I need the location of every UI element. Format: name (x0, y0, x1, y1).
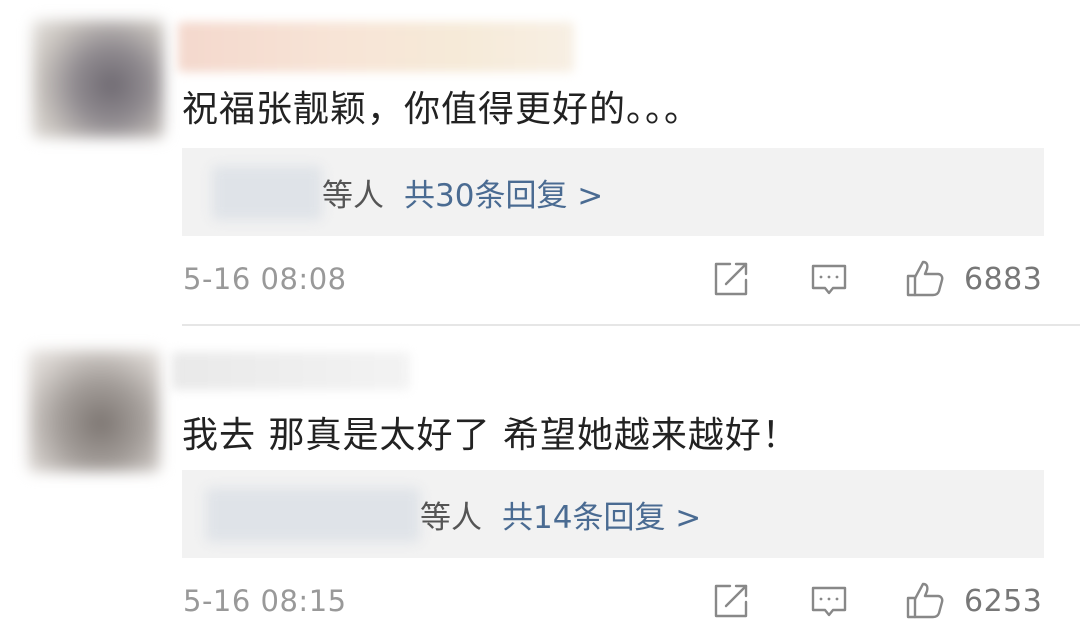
reply-summary[interactable]: 等人 共14条回复 > (182, 470, 1044, 558)
reply-summary[interactable]: 等人 共30条回复 > (182, 148, 1044, 236)
reply-suffix: 等人 (322, 178, 384, 214)
share-icon[interactable] (710, 580, 752, 622)
timestamp: 5-16 08:15 (183, 584, 347, 618)
share-icon[interactable] (710, 258, 752, 300)
like-count: 6253 (964, 584, 1043, 619)
comment-list: 祝福张靓颖，你值得更好的。。。 等人 共30条回复 > 5-16 08:08 6… (0, 0, 1080, 630)
reply-usernames-redacted (206, 488, 420, 542)
username-redacted[interactable] (178, 22, 574, 72)
username-redacted[interactable] (172, 352, 410, 390)
view-replies-link[interactable]: 共14条回复 > (502, 500, 701, 536)
reply-suffix: 等人 (420, 500, 482, 536)
avatar[interactable] (32, 20, 164, 138)
reply-summary-text: 等人 共14条回复 > (420, 492, 701, 537)
view-replies-link[interactable]: 共30条回复 > (404, 178, 603, 214)
timestamp: 5-16 08:08 (183, 262, 347, 296)
comment-item: 祝福张靓颖，你值得更好的。。。 等人 共30条回复 > 5-16 08:08 6… (0, 0, 1080, 326)
comment-icon[interactable] (808, 580, 850, 622)
thumbs-up-icon[interactable] (904, 580, 946, 622)
comment-text: 我去 那真是太好了 希望她越来越好！ (182, 415, 799, 456)
reply-usernames-redacted (212, 166, 322, 220)
like-count: 6883 (964, 262, 1043, 297)
comment-icon[interactable] (808, 258, 850, 300)
comment-actions: 5-16 08:08 6883 (0, 258, 1080, 302)
avatar[interactable] (28, 350, 160, 472)
comment-text: 祝福张靓颖，你值得更好的。。。 (182, 89, 702, 130)
thumbs-up-icon[interactable] (904, 258, 946, 300)
comment-item: 我去 那真是太好了 希望她越来越好！ 等人 共14条回复 > 5-16 08:15 (0, 326, 1080, 630)
reply-summary-text: 等人 共30条回复 > (322, 170, 603, 215)
comment-actions: 5-16 08:15 6253 (0, 580, 1080, 624)
